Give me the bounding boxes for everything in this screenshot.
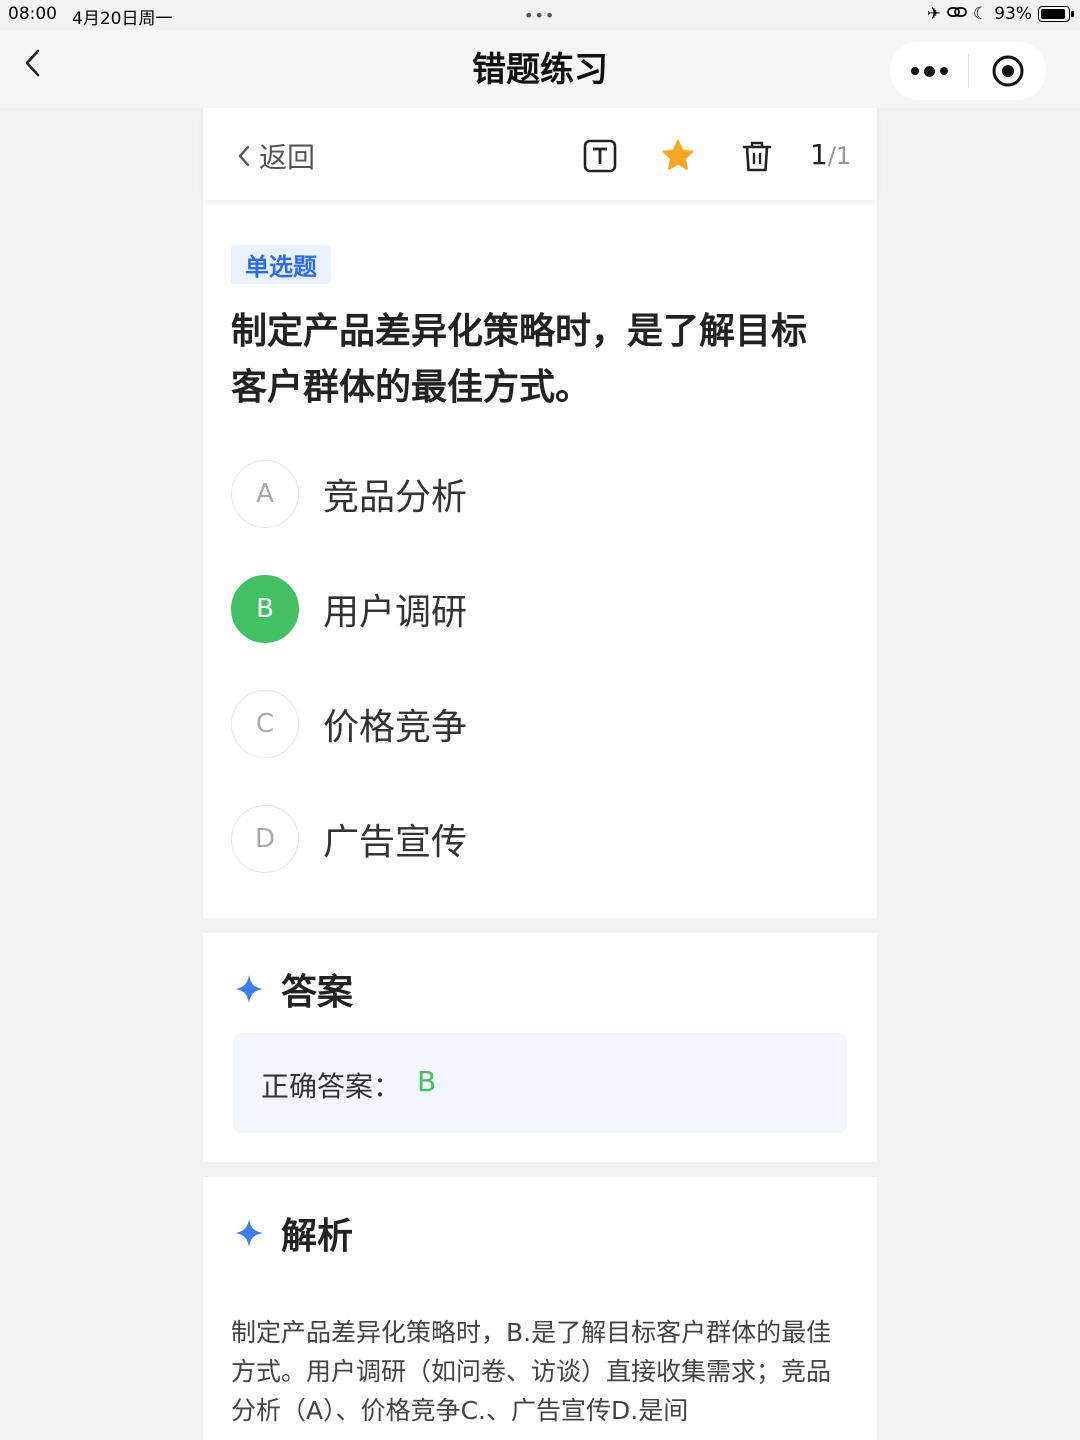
multitasking-dots-icon[interactable]: ••• <box>524 6 555 25</box>
status-date: 4月20日周一 <box>72 9 173 29</box>
option-d-label: 广告宣传 <box>323 822 468 863</box>
question-counter: 1/1 <box>810 138 851 171</box>
trash-icon[interactable] <box>739 138 775 174</box>
question-text: 制定产品差异化策略时，是了解目标客户群体的最佳方式。 <box>231 311 808 408</box>
option-d-key: D <box>231 805 299 873</box>
option-a[interactable]: A 竞品分析 <box>231 458 831 530</box>
counter-current: 1 <box>810 138 828 171</box>
option-c-label: 价格竞争 <box>323 707 468 748</box>
option-b[interactable]: B 用户调研 <box>231 573 831 645</box>
counter-separator: / <box>827 142 836 170</box>
analysis-card: 解析 制定产品差异化策略时，B.是了解目标客户群体的最佳方式。用户调研（如问卷、… <box>203 1177 877 1440</box>
sparkle-icon <box>235 975 263 1003</box>
analysis-title: 解析 <box>281 1216 354 1257</box>
option-d[interactable]: D 广告宣传 <box>231 803 831 875</box>
battery-percent: 93% <box>994 4 1032 24</box>
correct-answer-value: B <box>417 1065 437 1098</box>
link-icon <box>947 4 967 24</box>
option-a-label: 竞品分析 <box>323 477 468 518</box>
question-type-badge: 单选题 <box>231 245 331 284</box>
status-right: ✈ ☾ 93% <box>926 4 1074 24</box>
option-a-key: A <box>231 460 299 528</box>
answer-title: 答案 <box>281 972 354 1013</box>
counter-total: 1 <box>835 142 852 170</box>
moon-icon: ☾ <box>972 4 989 24</box>
question-card: 单选题 制定产品差异化策略时，是了解目标客户群体的最佳方式。 A 竞品分析 B … <box>203 200 877 918</box>
nav-bar: 错题练习 <box>0 30 1080 108</box>
correct-answer-label: 正确答案： <box>261 1070 402 1103</box>
airplane-icon: ✈ <box>926 4 941 24</box>
option-b-label: 用户调研 <box>323 592 468 633</box>
star-icon[interactable] <box>660 138 696 174</box>
answer-section-title: 答案 <box>233 963 353 1015</box>
option-b-key: B <box>231 575 299 643</box>
chevron-left-icon <box>238 145 250 167</box>
analysis-text: 制定产品差异化策略时，B.是了解目标客户群体的最佳方式。用户调研（如问卷、访谈）… <box>231 1318 832 1425</box>
status-bar: 08:00 4月20日周一 ••• ✈ ☾ 93% <box>0 0 1080 30</box>
question-toolbar: 返回 1/1 <box>203 108 877 200</box>
option-c[interactable]: C 价格竞争 <box>231 688 831 760</box>
close-target-icon[interactable] <box>969 54 1046 88</box>
more-menu-icon[interactable] <box>890 65 968 77</box>
sparkle-icon <box>235 1219 263 1247</box>
mini-program-capsule <box>890 42 1046 100</box>
return-button[interactable]: 返回 <box>235 136 315 176</box>
battery-icon <box>1038 6 1074 22</box>
option-c-key: C <box>231 690 299 758</box>
answer-card: 答案 正确答案： B <box>203 933 877 1162</box>
font-size-icon[interactable] <box>582 138 618 174</box>
status-time: 08:00 <box>8 4 57 24</box>
return-label: 返回 <box>259 141 316 174</box>
analysis-section-title: 解析 <box>233 1207 353 1259</box>
correct-answer-box: 正确答案： B <box>233 1033 847 1133</box>
